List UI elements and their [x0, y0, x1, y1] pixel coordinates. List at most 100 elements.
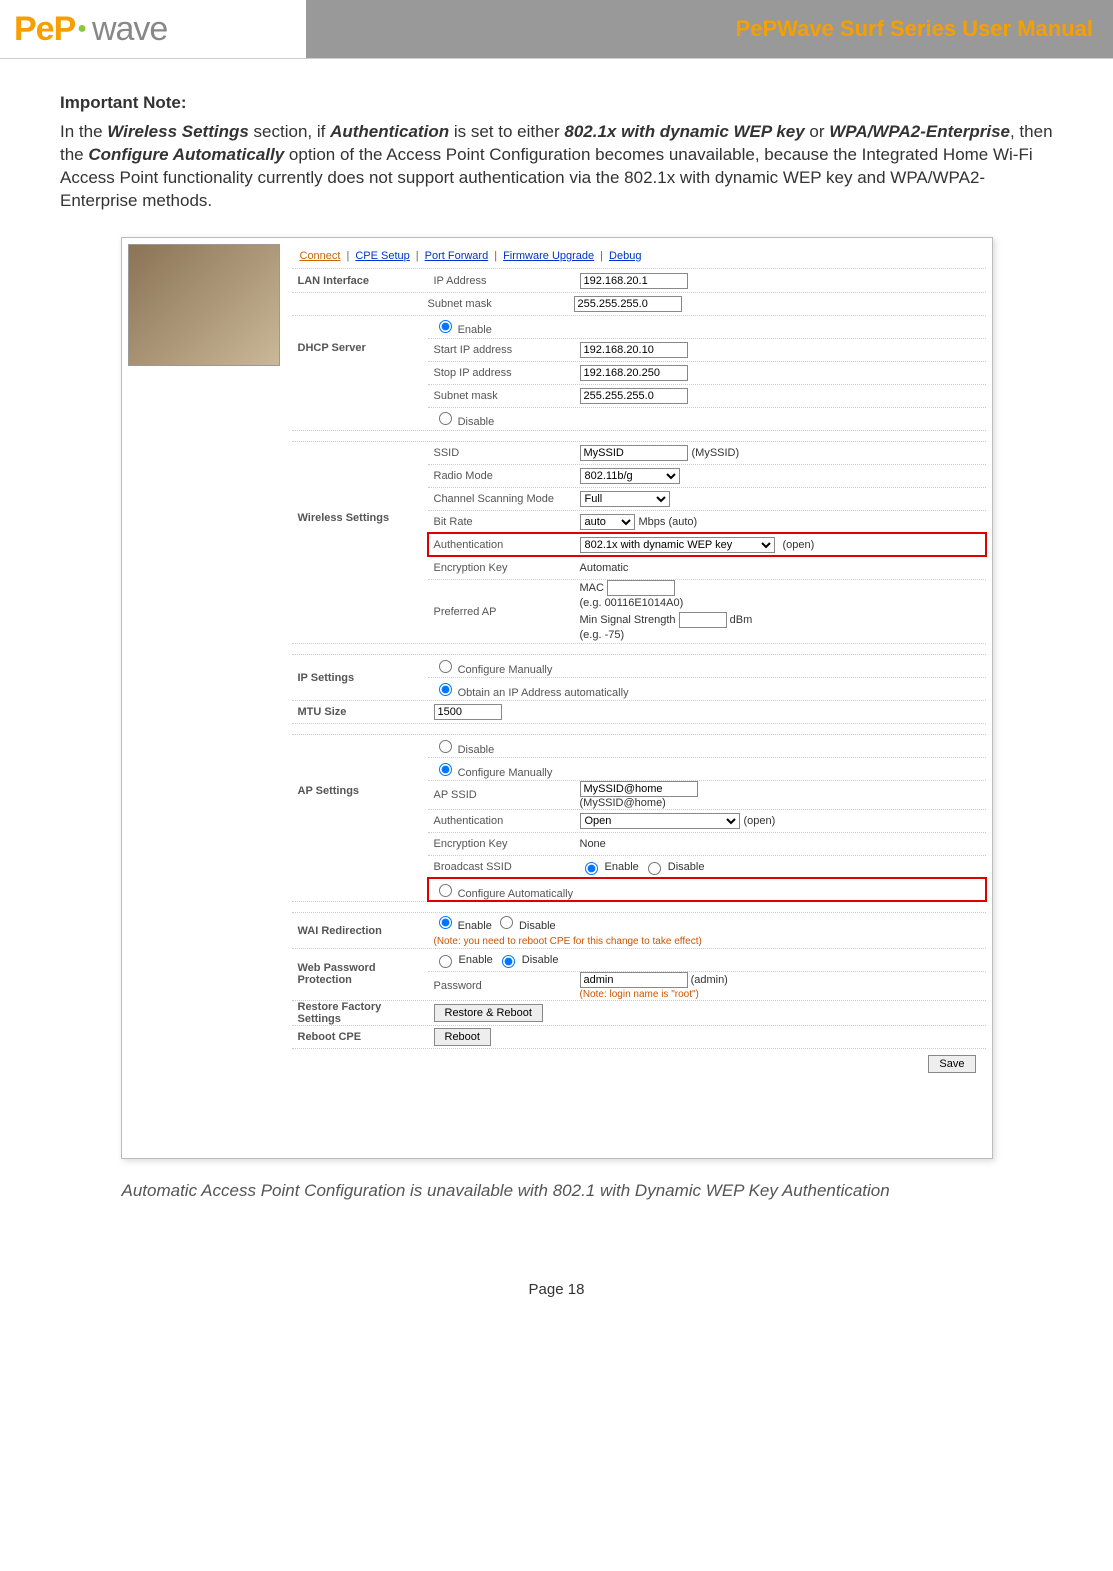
mtu-input[interactable] — [434, 704, 502, 720]
wai-enable-radio[interactable] — [439, 916, 452, 929]
enc-value: Automatic — [574, 562, 986, 574]
page-header: PeP● wave PePWave Surf Series User Manua… — [0, 0, 1113, 59]
label-radio: Radio Mode — [428, 470, 574, 482]
label-ap-auth: Authentication — [428, 815, 574, 827]
label-auth: Authentication — [428, 539, 574, 551]
note-text: is set to either — [449, 122, 564, 141]
label-ip-address: IP Address — [428, 275, 574, 287]
section-web: Web Password Protection — [292, 962, 428, 986]
section-reboot: Reboot CPE — [292, 1031, 428, 1043]
label-bcast-enable: Enable — [605, 861, 639, 873]
label-wai-disable: Disable — [519, 920, 556, 932]
label-bitrate: Bit Rate — [428, 516, 574, 528]
ap-auto-radio[interactable] — [439, 884, 452, 897]
nav-sep: | — [416, 250, 419, 262]
lan-ip-input[interactable] — [580, 273, 688, 289]
ap-auth-select[interactable]: Open — [580, 813, 740, 829]
ip-manual-radio[interactable] — [439, 660, 452, 673]
label-ap-disable: Disable — [458, 744, 495, 756]
nav-sep: | — [600, 250, 603, 262]
label-start-ip: Start IP address — [428, 344, 574, 356]
ap-manual-radio[interactable] — [439, 763, 452, 776]
bitrate-hint: Mbps (auto) — [639, 516, 698, 528]
ap-disable-radio[interactable] — [439, 740, 452, 753]
nav-sep: | — [346, 250, 349, 262]
mac-eg: (e.g. 00116E1014A0) — [580, 597, 684, 609]
pw-hint: (admin) — [691, 974, 728, 986]
bcast-disable-radio[interactable] — [648, 862, 661, 875]
label-pref-ap: Preferred AP — [428, 606, 574, 618]
page-footer: Page 18 — [0, 1201, 1113, 1328]
auth-hint: (open) — [783, 539, 815, 551]
logo-pep-text: PeP — [14, 10, 75, 49]
label-disable: Disable — [458, 416, 495, 428]
note-text: In the — [60, 122, 107, 141]
label-subnet: Subnet mask — [422, 298, 568, 310]
label-conf-manual: Configure Manually — [458, 664, 553, 676]
radio-mode-select[interactable]: 802.11b/g — [580, 468, 680, 484]
web-enable-radio[interactable] — [439, 955, 452, 968]
dhcp-disable-radio[interactable] — [439, 412, 452, 425]
bitrate-select[interactable]: auto — [580, 514, 635, 530]
label-mac: MAC — [580, 582, 604, 594]
reboot-button[interactable]: Reboot — [434, 1028, 491, 1046]
mac-input[interactable] — [607, 580, 675, 596]
nav-port-forward[interactable]: Port Forward — [425, 250, 489, 262]
min-sig-input[interactable] — [679, 612, 727, 628]
dhcp-enable-radio[interactable] — [439, 320, 452, 333]
nav-cpe-setup[interactable]: CPE Setup — [355, 250, 409, 262]
label-bcast-disable: Disable — [668, 861, 705, 873]
note-text: section, if — [249, 122, 330, 141]
restore-reboot-button[interactable]: Restore & Reboot — [434, 1004, 543, 1022]
label-ap-enc: Encryption Key — [428, 838, 574, 850]
settings-table: LAN Interface IP Address Subnet mask DHC… — [292, 270, 986, 1083]
dhcp-subnet-input[interactable] — [580, 388, 688, 404]
top-nav: Connect | CPE Setup | Port Forward | Fir… — [292, 244, 986, 269]
dhcp-stop-input[interactable] — [580, 365, 688, 381]
ap-ssid-input[interactable] — [580, 781, 698, 797]
label-wai-enable: Enable — [458, 920, 492, 932]
note-emph: Wireless Settings — [107, 122, 249, 141]
chscan-select[interactable]: Full — [580, 491, 670, 507]
decorative-photo — [128, 244, 280, 366]
nav-connect[interactable]: Connect — [300, 250, 341, 262]
bcast-enable-radio[interactable] — [585, 862, 598, 875]
section-wai: WAI Redirection — [292, 925, 428, 937]
ap-auth-hint: (open) — [744, 815, 776, 827]
important-note-heading: Important Note: — [60, 93, 1053, 113]
label-ssid: SSID — [428, 447, 574, 459]
note-emph: WPA/WPA2-Enterprise — [829, 122, 1010, 141]
note-emph: Authentication — [330, 122, 449, 141]
password-input[interactable] — [580, 972, 688, 988]
label-web-disable: Disable — [522, 954, 559, 966]
note-emph: Configure Automatically — [88, 145, 284, 164]
ip-auto-radio[interactable] — [439, 683, 452, 696]
note-text: or — [805, 122, 830, 141]
lan-subnet-input[interactable] — [574, 296, 682, 312]
wai-disable-radio[interactable] — [500, 916, 513, 929]
label-dhcp-subnet: Subnet mask — [428, 390, 574, 402]
section-dhcp: DHCP Server — [292, 316, 428, 354]
dhcp-start-input[interactable] — [580, 342, 688, 358]
save-button[interactable]: Save — [928, 1055, 975, 1073]
auth-select[interactable]: 802.1x with dynamic WEP key — [580, 537, 775, 553]
logo-wave-text: wave — [92, 10, 167, 49]
section-ap: AP Settings — [292, 735, 428, 797]
section-restore: Restore Factory Settings — [292, 1001, 428, 1025]
nav-firmware[interactable]: Firmware Upgrade — [503, 250, 594, 262]
wai-note: (Note: you need to reboot CPE for this c… — [434, 936, 702, 947]
logo: PeP● wave — [0, 0, 306, 58]
ssid-input[interactable] — [580, 445, 688, 461]
label-dbm: dBm — [730, 614, 753, 626]
section-wireless: Wireless Settings — [292, 442, 428, 524]
section-mtu: MTU Size — [292, 706, 428, 718]
section-ip: IP Settings — [292, 672, 428, 684]
figure-caption: Automatic Access Point Configuration is … — [122, 1181, 992, 1201]
web-disable-radio[interactable] — [502, 955, 515, 968]
label-enable: Enable — [458, 324, 492, 336]
ap-enc-value: None — [574, 838, 986, 850]
cpe-setup-screenshot: Connect | CPE Setup | Port Forward | Fir… — [121, 237, 993, 1159]
label-ap-ssid: AP SSID — [428, 789, 574, 801]
nav-debug[interactable]: Debug — [609, 250, 641, 262]
header-title: PePWave Surf Series User Manual — [306, 0, 1113, 58]
